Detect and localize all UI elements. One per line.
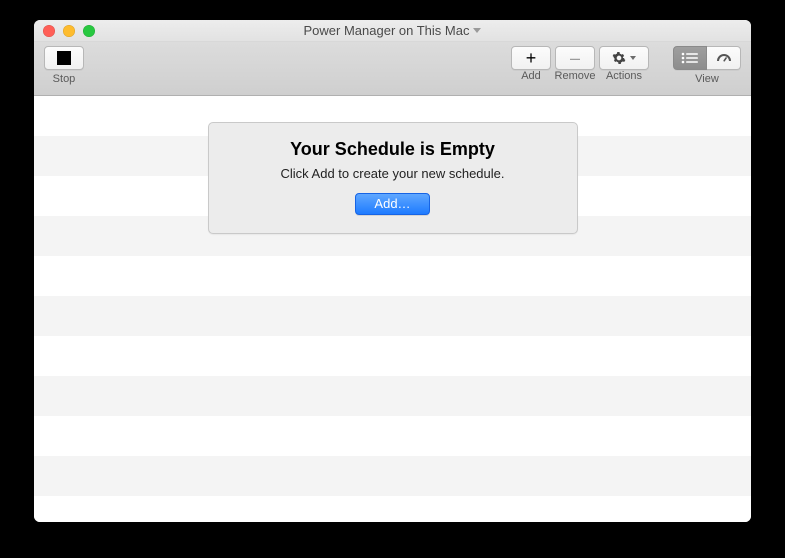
list-row — [34, 456, 751, 496]
list-row — [34, 256, 751, 296]
gauge-icon — [716, 52, 732, 64]
toolbar-view-group: View — [673, 46, 741, 85]
actions-button-label: Actions — [599, 70, 649, 82]
stop-button[interactable] — [44, 46, 84, 70]
window-title-dropdown[interactable]: Power Manager on This Mac — [304, 23, 482, 38]
add-button[interactable]: + — [511, 46, 551, 70]
close-icon[interactable] — [43, 25, 55, 37]
list-row — [34, 296, 751, 336]
gear-icon — [612, 51, 626, 65]
list-icon — [681, 52, 699, 64]
view-list-button[interactable] — [673, 46, 707, 70]
app-window: Power Manager on This Mac Stop + – — [34, 20, 751, 522]
empty-state-card: Your Schedule is Empty Click Add to crea… — [208, 122, 578, 234]
list-row — [34, 336, 751, 376]
schedule-list: Your Schedule is Empty Click Add to crea… — [34, 96, 751, 522]
stop-button-label: Stop — [53, 73, 76, 85]
actions-button[interactable] — [599, 46, 649, 70]
window-controls — [43, 25, 95, 37]
minus-icon: – — [570, 49, 580, 67]
zoom-icon[interactable] — [83, 25, 95, 37]
titlebar: Power Manager on This Mac — [34, 20, 751, 42]
chevron-down-icon — [473, 28, 481, 33]
remove-button-label: Remove — [551, 70, 599, 82]
stop-icon — [57, 51, 71, 65]
empty-title: Your Schedule is Empty — [229, 139, 557, 160]
toolbar: Stop + – Add Remove — [34, 42, 751, 96]
remove-button[interactable]: – — [555, 46, 595, 70]
list-row — [34, 376, 751, 416]
add-button-label: Add — [511, 70, 551, 82]
view-button-label: View — [695, 73, 719, 85]
empty-subtitle: Click Add to create your new schedule. — [229, 166, 557, 181]
toolbar-stop-group: Stop — [44, 46, 84, 85]
window-title: Power Manager on This Mac — [304, 23, 470, 38]
plus-icon: + — [526, 49, 537, 67]
list-row — [34, 416, 751, 456]
toolbar-edit-group: + – Add Remove Actions — [511, 46, 649, 82]
minimize-icon[interactable] — [63, 25, 75, 37]
view-gauge-button[interactable] — [707, 46, 741, 70]
chevron-down-icon — [630, 56, 636, 60]
add-schedule-button[interactable]: Add… — [355, 193, 429, 215]
list-row — [34, 496, 751, 522]
